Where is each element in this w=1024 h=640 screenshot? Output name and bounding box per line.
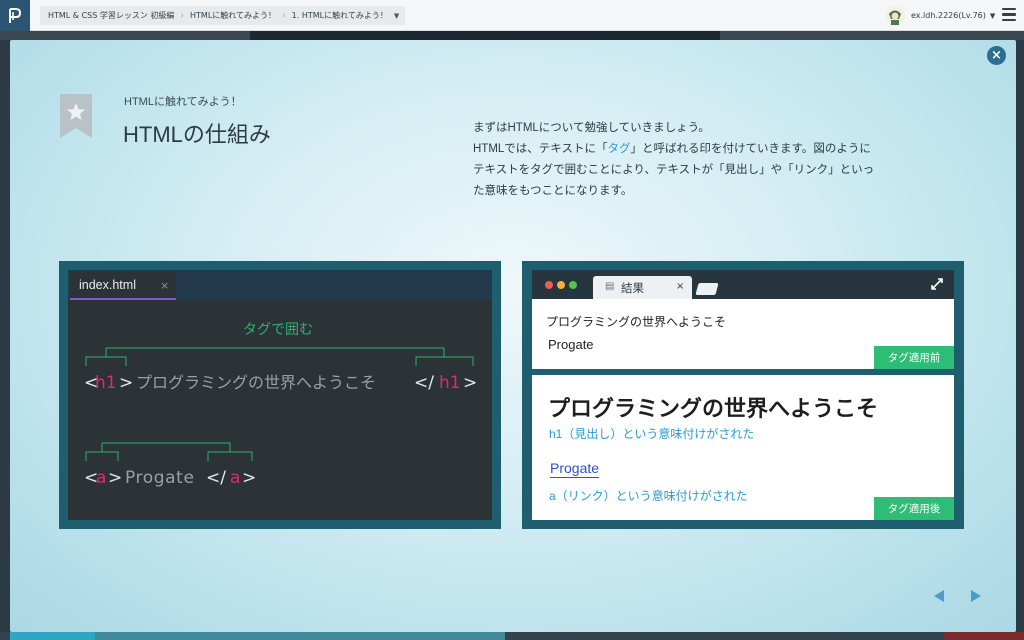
editor-tab-label: index.html xyxy=(79,278,136,292)
h1-close-tag: </h1 > xyxy=(414,373,477,393)
user-name[interactable]: ex.ldh.2226(Lv.76) xyxy=(911,11,986,20)
new-tab-icon[interactable] xyxy=(695,283,719,295)
chevron-right-icon: › xyxy=(282,10,286,21)
maximize-dot-icon xyxy=(569,281,577,289)
slide-modal: × HTMLに触れてみよう！ HTMLの仕組み まずはHTMLについて勉強してい… xyxy=(10,40,1016,632)
after-link[interactable]: Progate xyxy=(550,460,600,478)
after-heading-note: h1（見出し）という意味付けがされた xyxy=(549,427,755,441)
avatar-icon xyxy=(885,5,905,26)
background-strip xyxy=(0,31,1024,40)
editor-tab-bar: index.html × xyxy=(68,270,492,300)
close-dot-icon xyxy=(545,281,553,289)
annotation-label: タグで囲む xyxy=(243,321,313,337)
description-line: た意味をもつことになります。 xyxy=(473,185,633,197)
before-heading-text: プログラミングの世界へようこそ xyxy=(546,315,727,329)
a-code-text: Progate xyxy=(125,468,195,488)
caret-down-icon[interactable]: ▼ xyxy=(394,12,399,20)
description-line: テキストをタグで囲むことにより、テキストが「見出し」や「リンク」といっ xyxy=(473,164,875,176)
logo-icon xyxy=(9,7,22,23)
browser-tab-label: 結果 xyxy=(621,283,644,295)
editor-tab-index-html[interactable]: index.html × xyxy=(70,272,176,300)
caret-down-icon[interactable]: ▼ xyxy=(990,12,995,20)
before-link-text: Progate xyxy=(548,337,594,352)
close-icon[interactable]: × xyxy=(676,281,684,292)
code-editor-panel: index.html × タグで囲む <h1 > プログラミングの世界へようこそ… xyxy=(59,261,501,529)
after-badge: タグ適用後 xyxy=(874,497,954,520)
breadcrumb-course[interactable]: HTML & CSS 学習レッスン 初級編 xyxy=(48,10,174,21)
prev-slide-icon[interactable] xyxy=(931,588,947,604)
description-highlight: タグ xyxy=(607,143,631,155)
preview-before-tags: プログラミングの世界へようこそ Progate タグ適用前 xyxy=(532,299,954,369)
h1-code-text: プログラミングの世界へようこそ xyxy=(136,373,376,392)
breadcrumb: HTML & CSS 学習レッスン 初級編 › HTMLに触れてみよう！ › 1… xyxy=(40,6,406,25)
progress-strip xyxy=(0,632,1024,640)
user-menu[interactable]: ex.ldh.2226(Lv.76) ▼ xyxy=(884,4,995,27)
avatar[interactable] xyxy=(884,5,906,27)
preview-after-tags: プログラミングの世界へようこそ h1（見出し）という意味付けがされた Proga… xyxy=(532,375,954,520)
close-icon[interactable]: × xyxy=(987,46,1006,65)
description-line: まずはHTMLについて勉強していきましょう。 xyxy=(473,122,710,134)
slide-subtitle: HTMLに触れてみよう！ xyxy=(124,96,242,108)
result-preview-panel: ▤ 結果 × プログラミングの世界へようこそ Progate タグ適用前 プログ… xyxy=(522,261,964,529)
bookmark-star-icon xyxy=(60,94,92,138)
minimize-dot-icon xyxy=(557,281,565,289)
code-illustration: タグで囲む <h1 > プログラミングの世界へようこそ </h1 > <a> P… xyxy=(84,321,477,488)
before-badge: タグ適用前 xyxy=(874,346,954,369)
browser-window: ▤ 結果 × プログラミングの世界へようこそ Progate タグ適用前 プログ… xyxy=(532,270,954,520)
browser-chrome: ▤ 結果 × xyxy=(532,270,954,299)
document-icon: ▤ xyxy=(605,281,615,292)
hamburger-menu-icon[interactable] xyxy=(1002,8,1016,22)
progate-logo[interactable] xyxy=(0,0,30,31)
slide-description: まずはHTMLについて勉強していきましょう。 HTMLでは、テキストに「タグ」と… xyxy=(473,118,953,202)
h1-code-line: <h1 > xyxy=(84,373,133,393)
breadcrumb-chapter[interactable]: HTMLに触れてみよう！ xyxy=(190,10,276,21)
a-bracket xyxy=(85,442,253,461)
a-code-line: <a> xyxy=(84,468,122,488)
top-bar: HTML & CSS 学習レッスン 初級編 › HTMLに触れてみよう！ › 1… xyxy=(0,0,1024,31)
description-text: HTMLでは、テキストに「 xyxy=(473,143,608,155)
description-text: 」と呼ばれる印を付けていきます。図のように xyxy=(630,143,871,155)
after-heading-h1: プログラミングの世界へようこそ xyxy=(548,396,879,421)
slide-title: HTMLの仕組み xyxy=(123,122,271,147)
close-icon[interactable]: × xyxy=(160,279,169,292)
browser-tab-result[interactable]: ▤ 結果 × xyxy=(593,276,692,299)
breadcrumb-lesson[interactable]: 1. HTMLに触れてみよう！ xyxy=(292,10,388,21)
expand-icon[interactable] xyxy=(930,277,944,291)
chevron-right-icon: › xyxy=(180,10,185,21)
after-link-note: a（リンク）という意味付けがされた xyxy=(549,489,748,503)
description-line: HTMLでは、テキストに「タグ」と呼ばれる印を付けていきます。図のように xyxy=(473,139,953,160)
next-slide-icon[interactable] xyxy=(968,588,984,604)
a-close-tag: </a> xyxy=(206,468,256,488)
h1-bracket xyxy=(85,347,474,366)
